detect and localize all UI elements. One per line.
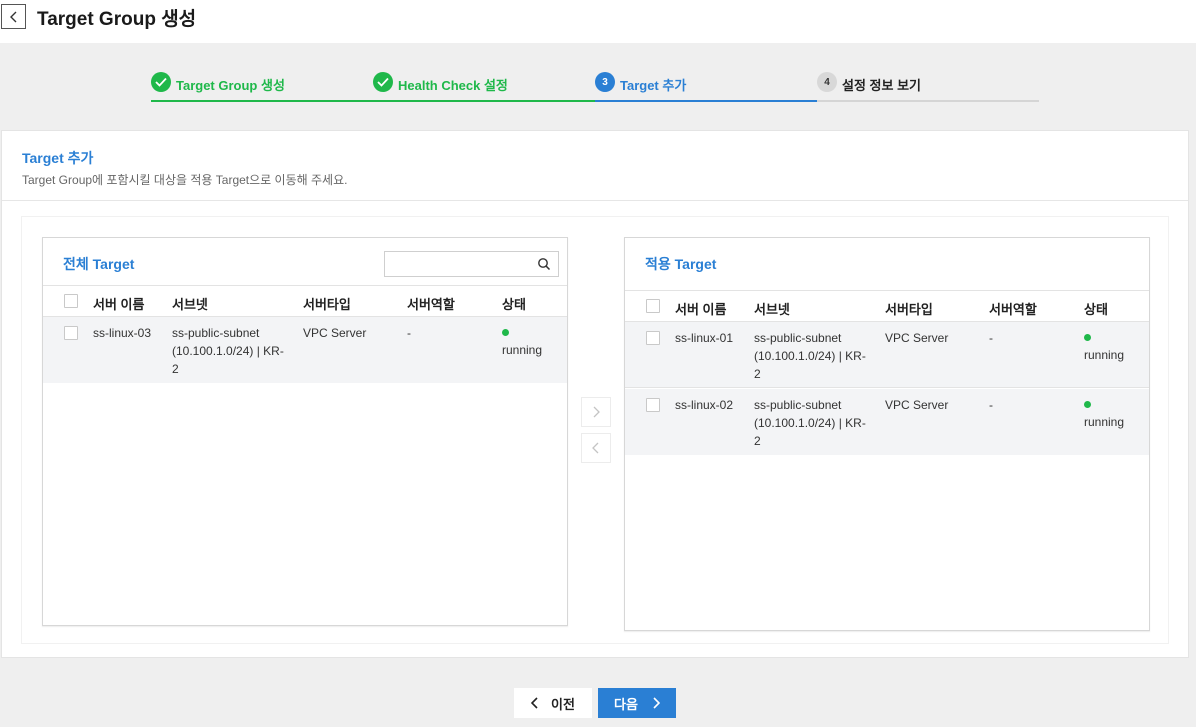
select-all-checkbox[interactable] (64, 294, 78, 308)
server-role: - (407, 326, 411, 340)
chevron-right-icon (593, 406, 600, 418)
subnet: ss-public-subnet (10.100.1.0/24) | KR-2 (754, 331, 866, 381)
column-header: 서브넷 (172, 297, 208, 312)
back-button[interactable] (1, 4, 26, 29)
column-header: 서버타입 (303, 297, 351, 312)
status-dot (1084, 401, 1091, 408)
status-text: running (502, 343, 543, 357)
next-button[interactable]: 다음 (598, 688, 676, 718)
server-role: - (989, 398, 993, 412)
column-header: 서버역할 (989, 302, 1037, 317)
status-dot (1084, 334, 1091, 341)
section-description: Target Group에 포함시킬 대상을 적용 Target으로 이동해 주… (22, 173, 348, 187)
chevron-right-icon (653, 697, 660, 709)
step-add-target: 3 Target 추가 (595, 70, 817, 102)
table-header: 서버 이름 서브넷 서버타입 서버역할 상태 (625, 290, 1149, 322)
status: running (502, 324, 542, 359)
chevron-left-icon (592, 442, 599, 454)
check-icon (151, 72, 171, 92)
step-number: 4 (817, 72, 837, 92)
server-name: ss-linux-01 (675, 331, 734, 345)
divider (2, 200, 1188, 201)
check-icon (373, 72, 393, 92)
applied-target-panel: 적용 Target 서버 이름 서브넷 서버타입 서버역할 상태 ss-linu… (624, 237, 1150, 631)
server-type: VPC Server (885, 331, 949, 345)
row-checkbox[interactable] (646, 331, 660, 345)
select-all-checkbox[interactable] (646, 299, 660, 313)
server-role: - (989, 331, 993, 345)
column-header: 서버역할 (407, 297, 455, 312)
server-type: VPC Server (885, 398, 949, 412)
move-right-button[interactable] (581, 397, 611, 427)
move-left-button[interactable] (581, 433, 611, 463)
step-label: Health Check 설정 (398, 78, 508, 93)
column-header: 서버타입 (885, 302, 933, 317)
status-text: running (1084, 415, 1125, 429)
next-label: 다음 (614, 696, 638, 712)
column-header: 서버 이름 (675, 302, 727, 317)
table-row[interactable]: ss-linux-02 ss-public-subnet (10.100.1.0… (625, 389, 1149, 455)
status: running (1084, 329, 1124, 364)
page-title: Target Group 생성 (37, 9, 197, 30)
chevron-left-icon (9, 11, 16, 22)
subnet: ss-public-subnet (10.100.1.0/24) | KR-2 (754, 398, 866, 448)
column-header: 서브넷 (754, 302, 790, 317)
status-text: running (1084, 348, 1125, 362)
step-label: Target 추가 (620, 78, 687, 93)
step-health-check: Health Check 설정 (373, 70, 595, 102)
all-target-panel: 전체 Target 서버 이름 서브넷 서버타입 서버역할 상태 ss-linu… (42, 237, 568, 626)
column-header: 상태 (502, 297, 526, 312)
page-header: Target Group 생성 (0, 0, 1196, 43)
table-row[interactable]: ss-linux-01 ss-public-subnet (10.100.1.0… (625, 322, 1149, 388)
subnet: ss-public-subnet (10.100.1.0/24) | KR-2 (172, 326, 284, 376)
server-type: VPC Server (303, 326, 367, 340)
wizard-stepper: Target Group 생성 Health Check 설정 3 Target… (151, 70, 1039, 104)
chevron-left-icon (531, 697, 538, 709)
target-card: Target 추가 Target Group에 포함시킬 대상을 적용 Targ… (1, 130, 1189, 658)
row-checkbox[interactable] (64, 326, 78, 340)
column-header: 상태 (1084, 302, 1108, 317)
panel-title: 적용 Target (645, 256, 717, 272)
table-row[interactable]: ss-linux-03 ss-public-subnet (10.100.1.0… (43, 317, 567, 383)
panel-title: 전체 Target (63, 256, 135, 272)
status-dot (502, 329, 509, 336)
status: running (1084, 396, 1124, 431)
step-label: 설정 정보 보기 (842, 78, 921, 93)
prev-label: 이전 (551, 696, 575, 712)
column-header: 서버 이름 (93, 297, 145, 312)
search-field[interactable] (384, 251, 559, 277)
step-number: 3 (595, 72, 615, 92)
step-target-group: Target Group 생성 (151, 70, 373, 102)
search-icon[interactable] (537, 257, 551, 271)
row-checkbox[interactable] (646, 398, 660, 412)
prev-button[interactable]: 이전 (514, 688, 592, 718)
section-title: Target 추가 (22, 150, 94, 166)
step-label: Target Group 생성 (176, 78, 285, 93)
step-review: 4 설정 정보 보기 (817, 70, 1039, 102)
table-header: 서버 이름 서브넷 서버타입 서버역할 상태 (43, 285, 567, 317)
search-input[interactable] (385, 252, 530, 276)
server-name: ss-linux-03 (93, 326, 152, 340)
server-name: ss-linux-02 (675, 398, 734, 412)
